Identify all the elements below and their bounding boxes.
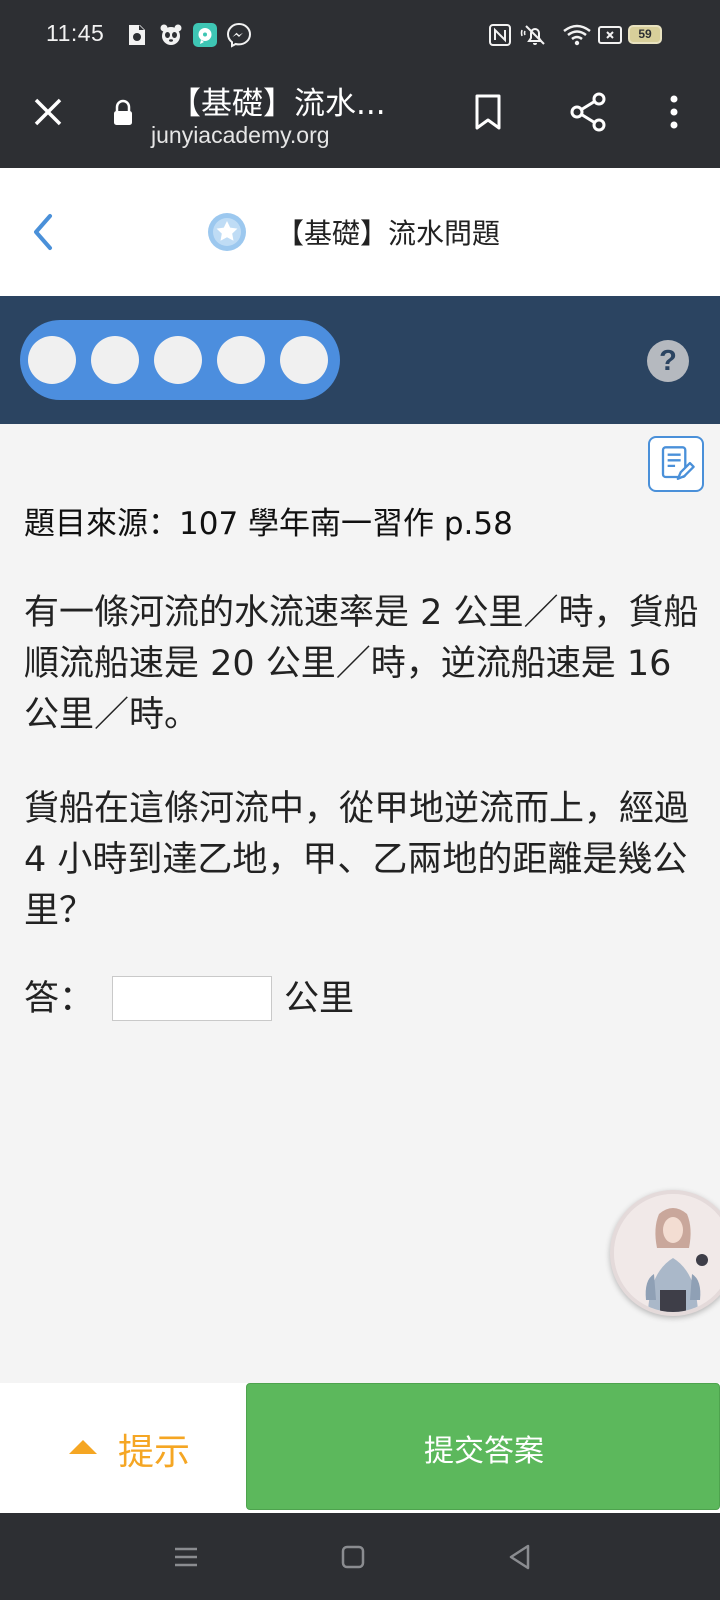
system-nav-bar <box>0 1513 720 1600</box>
sim-status-icon <box>598 26 622 44</box>
progress-section: ? <box>0 296 720 424</box>
home-icon[interactable] <box>333 1537 373 1577</box>
browser-page-title[interactable]: 【基礎】流水... <box>170 78 386 123</box>
submit-label: 提交答案 <box>424 1435 544 1468</box>
recents-menu-icon[interactable] <box>166 1537 206 1577</box>
browser-url[interactable]: junyiacademy.org <box>151 122 330 149</box>
nfc-icon <box>489 24 511 46</box>
help-button[interactable]: ? <box>647 340 689 382</box>
back-triangle-icon[interactable] <box>500 1537 540 1577</box>
browser-toolbar: 【基礎】流水... junyiacademy.org <box>0 72 720 168</box>
battery-indicator: 59 <box>628 25 662 44</box>
scratchpad-icon[interactable] <box>648 436 704 492</box>
progress-dot <box>154 336 202 384</box>
avatar-illustration <box>614 1194 720 1312</box>
progress-dot <box>217 336 265 384</box>
hint-label: 提示 <box>118 1431 191 1472</box>
answer-unit: 公里 <box>284 979 355 1019</box>
progress-dot <box>280 336 328 384</box>
question-source: 題目來源：107 學年南一習作 p.58 <box>24 506 513 542</box>
bookmark-icon[interactable] <box>470 92 506 132</box>
question-paragraph: 有一條河流的水流速率是 2 公里／時，貨船順流船速是 20 公里／時，逆流船速是… <box>24 593 699 735</box>
progress-dot <box>91 336 139 384</box>
chevron-left-icon[interactable] <box>24 208 60 256</box>
exercise-header: 【基礎】流水問題 <box>0 168 720 296</box>
answer-label: 答： <box>24 979 95 1019</box>
more-vert-icon[interactable] <box>652 90 696 134</box>
submit-answer-button[interactable]: 提交答案 <box>246 1383 720 1510</box>
share-icon[interactable] <box>566 90 610 134</box>
progress-dot <box>28 336 76 384</box>
hint-button[interactable]: 提示 <box>0 1383 246 1513</box>
chat-app-icon <box>193 23 217 47</box>
panda-app-icon <box>160 24 182 45</box>
silent-mode-icon <box>520 25 545 45</box>
star-badge-icon <box>208 213 246 251</box>
answer-input[interactable] <box>112 976 272 1021</box>
messenger-icon <box>226 22 252 48</box>
triangle-up-icon <box>69 1440 97 1454</box>
status-time: 11:45 <box>46 20 105 46</box>
page-title: 【基礎】流水問題 <box>276 217 501 250</box>
close-icon[interactable] <box>28 92 68 132</box>
question-prompt: 貨船在這條河流中，從甲地逆流而上，經過 4 小時到達乙地，甲、乙兩地的距離是幾公… <box>24 789 690 931</box>
progress-tracker <box>20 320 340 400</box>
wifi-icon <box>563 24 591 46</box>
action-bar: 提示 提交答案 <box>0 1383 720 1513</box>
status-bar: 11:45 59 <box>0 0 720 72</box>
document-notification-icon <box>129 25 145 45</box>
lock-icon <box>114 99 132 125</box>
